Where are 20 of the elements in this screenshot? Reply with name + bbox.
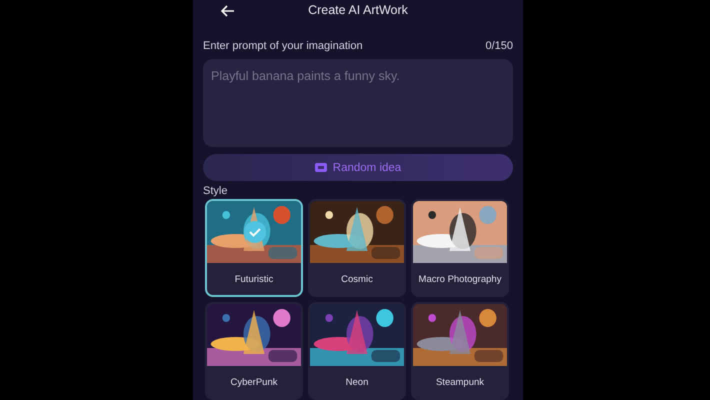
- random-idea-button[interactable]: Random idea: [203, 154, 513, 181]
- style-name: Steampunk: [434, 376, 486, 390]
- style-name: CyberPunk: [230, 376, 278, 390]
- style-name: Macro Photography: [418, 272, 502, 286]
- prompt-field[interactable]: Playful banana paints a funny sky.: [203, 59, 513, 148]
- style-card[interactable]: Neon: [308, 302, 406, 400]
- style-name: Neon: [344, 376, 370, 390]
- checkmark-icon: [244, 221, 266, 243]
- style-card[interactable]: Cosmic: [308, 199, 406, 297]
- style-card[interactable]: Steampunk: [411, 302, 509, 400]
- character-counter: 0/150: [485, 40, 513, 52]
- style-name: Cosmic: [340, 272, 374, 286]
- back-arrow-icon[interactable]: [220, 3, 236, 19]
- style-card[interactable]: Macro Photography: [411, 199, 509, 297]
- style-name: Futuristic: [234, 272, 274, 286]
- screen-title: Create AI ArtWork: [308, 2, 408, 17]
- style-label: Style: [203, 185, 228, 197]
- prompt-label: Enter prompt of your imagination: [203, 40, 363, 52]
- style-card[interactable]: Futuristic: [205, 199, 303, 297]
- style-card[interactable]: CyberPunk: [205, 302, 303, 400]
